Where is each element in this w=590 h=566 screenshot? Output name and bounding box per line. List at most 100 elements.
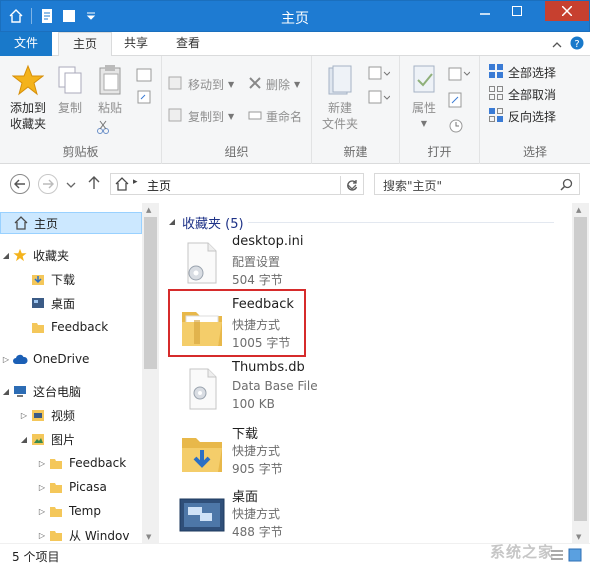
nav-label: 这台电脑 (33, 384, 82, 399)
refresh-icon[interactable] (340, 176, 362, 194)
desktop-icon (178, 491, 226, 539)
folder-icon (48, 479, 64, 495)
nav-item-this-pc[interactable]: ◢ 这台电脑 (0, 380, 142, 402)
expand-arrow-icon[interactable]: ▷ (18, 411, 30, 420)
maximize-button[interactable] (503, 1, 531, 21)
nav-item-pictures[interactable]: ◢ 图片 (0, 428, 142, 450)
expand-arrow-icon[interactable]: ▷ (36, 459, 48, 468)
easy-access-icon[interactable] (368, 90, 391, 109)
up-arrow-icon[interactable] (88, 176, 100, 193)
new-item-icon[interactable] (368, 66, 391, 85)
dropdown-arrow-icon: ▼ (294, 79, 301, 89)
folder-icon (48, 503, 64, 519)
breadcrumb-location[interactable]: 主页 (147, 177, 171, 194)
history-icon[interactable] (448, 118, 464, 137)
onedrive-cloud-icon (12, 351, 28, 367)
collapse-arrow-icon[interactable]: ◢ (0, 387, 12, 396)
scroll-down-icon[interactable]: ▼ (576, 533, 581, 541)
computer-icon (12, 383, 28, 399)
edit-icon[interactable] (448, 92, 464, 111)
search-input[interactable]: 搜索"主页" (374, 173, 580, 195)
pictures-folder-icon (30, 431, 46, 447)
nav-item-pictures-feedback[interactable]: ▷ Feedback (0, 452, 142, 474)
file-item-desktop[interactable]: 桌面 快捷方式 488 字节 (170, 485, 550, 545)
select-all-icon (488, 63, 504, 82)
ribbon-tabs: 文件 主页 共享 查看 ? (0, 32, 590, 57)
copy-path-icon[interactable] (136, 68, 152, 85)
move-to-button[interactable]: 移动到 ▼ (168, 74, 234, 94)
close-button[interactable] (545, 1, 589, 21)
expand-arrow-icon[interactable]: ▷ (36, 531, 48, 540)
file-item-desktop-ini[interactable]: desktop.ini 配置设置 504 字节 (170, 233, 550, 293)
nav-item-desktop[interactable]: 桌面 (0, 292, 142, 314)
scroll-down-icon[interactable]: ▼ (146, 533, 151, 541)
address-field[interactable]: ▸ 主页 (110, 173, 364, 195)
clipboard-group-label: 剪贴板 (62, 145, 99, 159)
organize-group-label: 组织 (224, 145, 249, 159)
file-size: 100 KB (232, 397, 275, 411)
select-all-button[interactable]: 全部选择 (488, 62, 556, 82)
properties-button[interactable]: 属性 ▼ (402, 62, 446, 132)
nav-item-onedrive[interactable]: ▷ OneDrive (0, 348, 142, 370)
back-button[interactable] (10, 174, 30, 194)
collapse-arrow-icon[interactable]: ◢ (18, 435, 30, 444)
search-icon[interactable] (560, 178, 573, 194)
group-header-favorites[interactable]: 收藏夹 (5) (168, 213, 244, 232)
copy-to-button[interactable]: 复制到 ▼ (168, 106, 234, 126)
expand-arrow-icon[interactable]: ▷ (0, 355, 12, 364)
dropdown-arrow-icon: ▼ (228, 79, 235, 89)
folder-icon (48, 527, 64, 543)
nav-item-temp[interactable]: ▷ Temp (0, 500, 142, 522)
forward-button[interactable] (38, 174, 58, 194)
nav-item-downloads[interactable]: 下载 (0, 268, 142, 290)
collapse-arrow-icon[interactable] (168, 215, 176, 230)
nav-item-feedback[interactable]: Feedback (0, 316, 142, 338)
invert-selection-button[interactable]: 反向选择 (488, 106, 556, 126)
delete-button[interactable]: 删除 ▼ (248, 74, 300, 94)
cut-icon[interactable] (96, 120, 110, 137)
paste-shortcut-icon[interactable] (136, 90, 152, 107)
tab-home[interactable]: 主页 (58, 32, 113, 57)
nav-item-from-windows[interactable]: ▷ 从 Windov (0, 524, 142, 543)
navigation-scrollbar[interactable]: ▲ ▼ (142, 203, 159, 543)
tab-file[interactable]: 文件 (0, 32, 52, 56)
nav-item-home[interactable]: 主页 (0, 212, 142, 234)
ribbon-collapse-icon[interactable] (552, 38, 562, 52)
content-scrollbar[interactable]: ▲ ▼ (572, 203, 589, 543)
details-view-icon[interactable] (550, 548, 564, 565)
ribbon: 添加到 收藏夹 复制 粘贴 剪贴板 移动到 ▼ 复制到 ▼ 删除 ▼ 重命名 组… (0, 56, 590, 164)
open-icon[interactable] (448, 66, 471, 85)
nav-item-favorites[interactable]: ◢ 收藏夹 (0, 244, 142, 266)
organize-group: 移动到 ▼ 复制到 ▼ 删除 ▼ 重命名 组织 (162, 56, 312, 164)
file-name: Thumbs.db (232, 360, 305, 375)
paste-button[interactable]: 粘贴 (92, 62, 128, 116)
select-none-button[interactable]: 全部取消 (488, 84, 556, 104)
clipboard-group: 添加到 收藏夹 复制 粘贴 剪贴板 (0, 56, 162, 164)
nav-label: 从 Windov (69, 528, 130, 543)
expand-arrow-icon[interactable]: ▷ (36, 507, 48, 516)
pin-to-favorites-button[interactable]: 添加到 收藏夹 (6, 62, 50, 132)
nav-label: Feedback (51, 320, 109, 334)
copy-button[interactable]: 复制 (52, 62, 88, 116)
tab-share[interactable]: 共享 (110, 32, 162, 56)
expand-arrow-icon[interactable]: ▷ (36, 483, 48, 492)
file-item-thumbs-db[interactable]: Thumbs.db Data Base File 100 KB (170, 359, 550, 419)
minimize-button[interactable] (471, 1, 499, 21)
nav-label: Feedback (69, 456, 127, 470)
rename-button[interactable]: 重命名 (248, 106, 302, 126)
nav-item-videos[interactable]: ▷ 视频 (0, 404, 142, 426)
scroll-up-icon[interactable]: ▲ (146, 206, 151, 214)
invert-selection-label: 反向选择 (508, 109, 557, 124)
recent-locations-icon[interactable] (66, 178, 76, 192)
help-icon[interactable]: ? (570, 36, 584, 53)
scroll-up-icon[interactable]: ▲ (576, 206, 581, 214)
home-icon (115, 177, 129, 194)
collapse-arrow-icon[interactable]: ◢ (0, 251, 12, 260)
scrollbar-thumb[interactable] (144, 217, 157, 369)
scrollbar-thumb[interactable] (574, 217, 587, 521)
new-folder-button[interactable]: 新建 文件夹 (318, 62, 362, 132)
nav-item-picasa[interactable]: ▷ Picasa (0, 476, 142, 498)
tab-view[interactable]: 查看 (162, 32, 214, 56)
large-icons-view-icon[interactable] (568, 548, 582, 565)
file-item-downloads[interactable]: 下载 快捷方式 905 字节 (170, 422, 550, 482)
